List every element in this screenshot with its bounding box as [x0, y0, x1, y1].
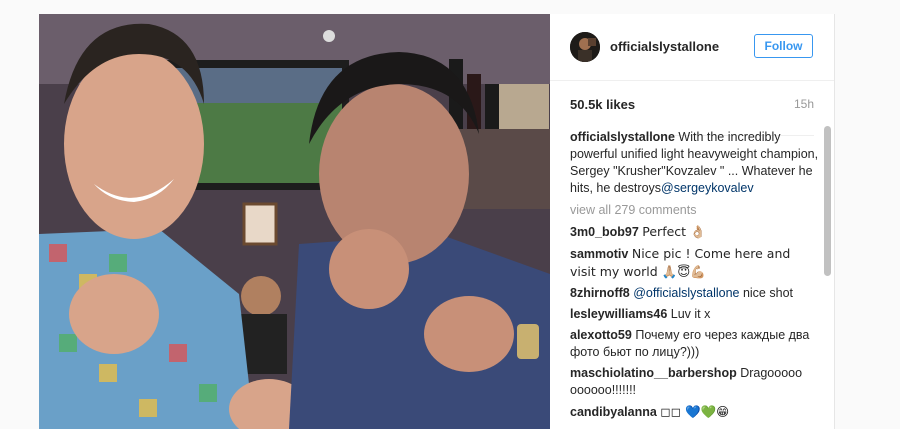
follow-button[interactable]: Follow	[754, 34, 813, 58]
post-header: officialslystallone Follow	[550, 14, 834, 81]
comments-scrollbar[interactable]	[824, 126, 831, 276]
comment-username[interactable]: 8zhirnoff8	[570, 286, 630, 300]
comment-username[interactable]: maschiolatino__barbershop	[570, 366, 737, 380]
post-timestamp[interactable]: 15h	[794, 97, 814, 111]
comment-item: alexotto59 Почему его через каждые два ф…	[570, 327, 820, 361]
comment-text: Perfect 👌🏼	[642, 224, 706, 239]
caption-username[interactable]: officialslystallone	[570, 130, 675, 144]
view-all-comments-link[interactable]: view all 279 comments	[570, 203, 820, 217]
comment-item: maschiolatino__barbershop Dragooooo oooo…	[570, 365, 820, 399]
comment-username[interactable]: 3m0_bob97	[570, 225, 639, 239]
comment-username[interactable]: sammotiv	[570, 247, 628, 261]
comment-username[interactable]: candibyalanna	[570, 405, 657, 419]
comment-item: lesleywilliams46 Luv it x	[570, 306, 820, 323]
comment-mention[interactable]: @officialslystallone	[633, 286, 739, 300]
comment-username[interactable]: alexotto59	[570, 328, 632, 342]
post-photo[interactable]	[39, 14, 550, 429]
likes-count[interactable]: 50.5k likes	[570, 97, 635, 112]
post-caption: officialslystallone With the incredibly …	[570, 129, 820, 197]
post-photo-illustration	[39, 14, 550, 429]
caption-mention[interactable]: @sergeykovalev	[661, 181, 754, 195]
comment-item: 3m0_bob97 Perfect 👌🏼	[570, 223, 820, 241]
comment-text: nice shot	[739, 286, 793, 300]
header-username[interactable]: officialslystallone	[610, 39, 719, 54]
comment-text: ◻◻ 💙💚😁	[660, 404, 730, 419]
comment-item: 8zhirnoff8 @officialslystallone nice sho…	[570, 285, 820, 302]
profile-avatar[interactable]	[570, 32, 600, 62]
comments-list[interactable]: officialslystallone With the incredibly …	[570, 129, 820, 429]
comment-item: candibyalanna ◻◻ 💙💚😁	[570, 403, 820, 421]
avatar-image-icon	[570, 32, 600, 62]
comment-username[interactable]: lesleywilliams46	[570, 307, 667, 321]
comment-text: Luv it x	[670, 307, 711, 321]
comment-item: sammotiv Nice pic ! Come here and visit …	[570, 245, 820, 281]
post-side-panel: officialslystallone Follow 50.5k likes 1…	[550, 14, 835, 429]
